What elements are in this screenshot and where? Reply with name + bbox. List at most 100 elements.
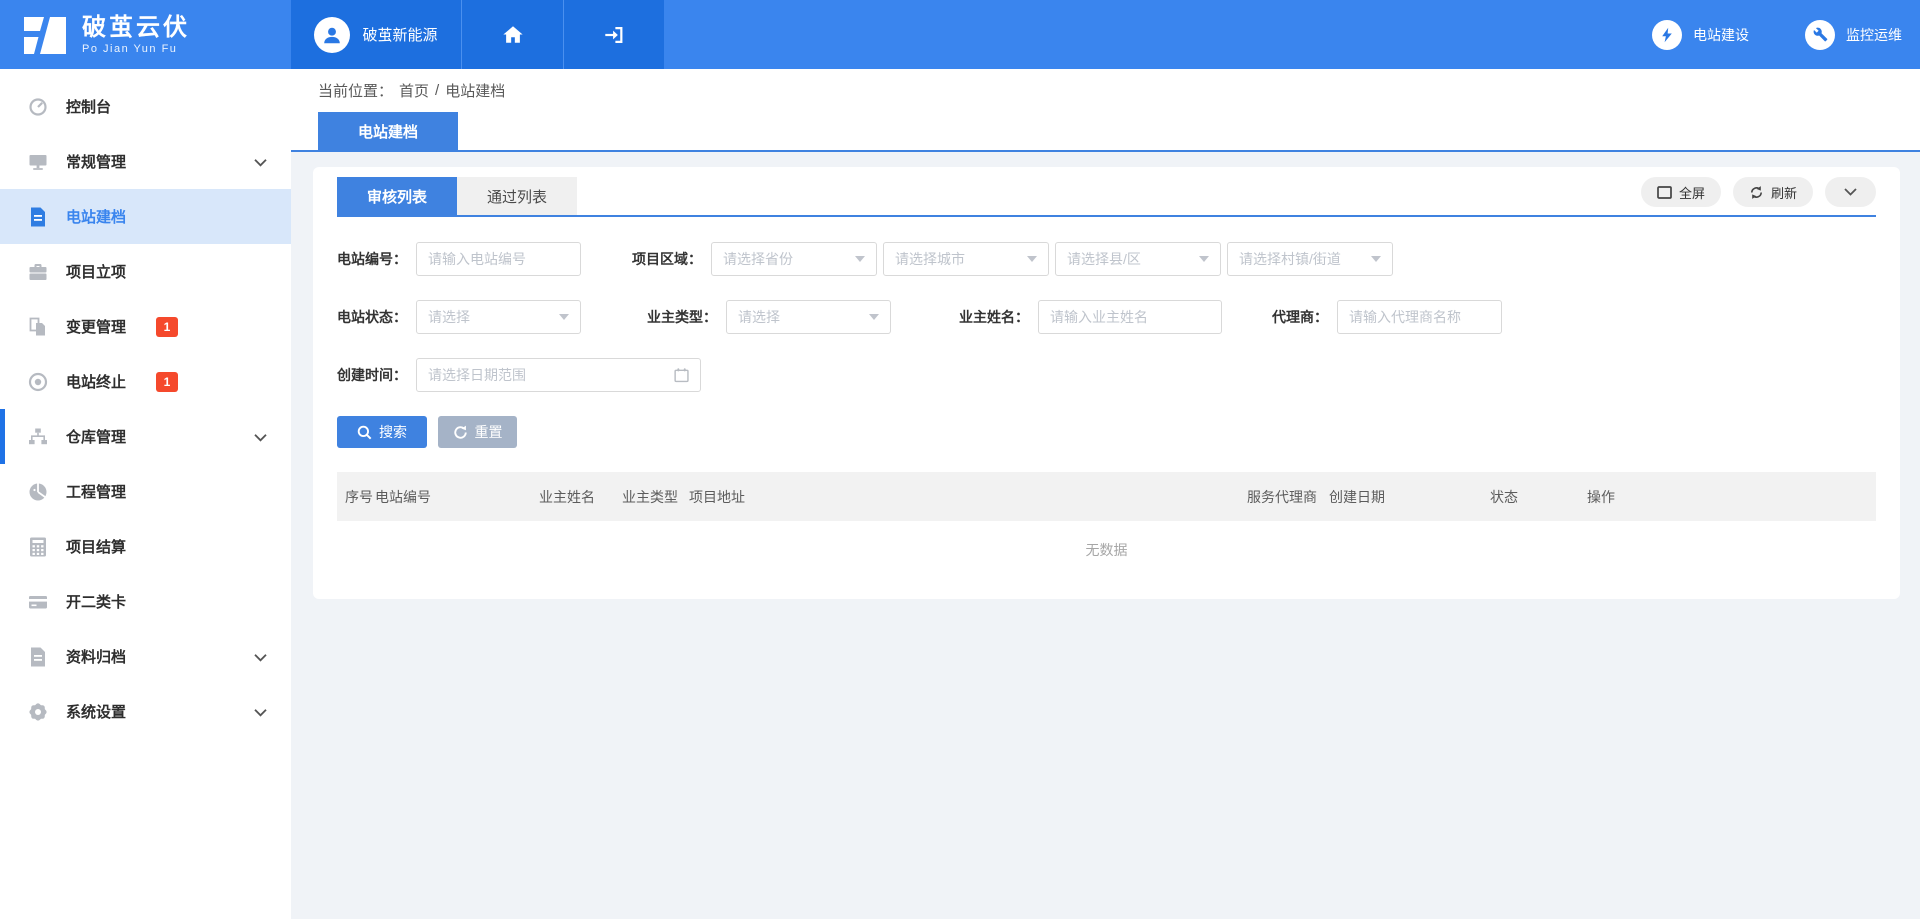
station-no-label: 电站编号：	[337, 249, 407, 269]
date-range-field[interactable]	[416, 358, 701, 392]
date-range-input[interactable]	[428, 367, 674, 383]
sidebar-item-station-terminate[interactable]: 电站终止 1	[0, 354, 291, 409]
sidebar-item-warehouse-mgmt[interactable]: 仓库管理	[0, 409, 291, 464]
breadcrumb-prefix: 当前位置：	[318, 80, 393, 101]
home-button[interactable]	[461, 0, 563, 69]
filter-row-2: 电站状态： 请选择 业主类型： 请选择 业主姓名：	[337, 300, 1876, 334]
col-status: 状态	[1490, 487, 1587, 507]
sidebar-item-open-card[interactable]: 开二类卡	[0, 574, 291, 629]
page-tab-station-archive[interactable]: 电站建档	[318, 112, 458, 150]
copy-icon	[27, 316, 49, 338]
sidebar-label: 开二类卡	[66, 591, 126, 612]
breadcrumb-current: 电站建档	[445, 80, 505, 101]
col-project-address: 项目地址	[689, 487, 1247, 507]
agent-input[interactable]	[1349, 309, 1490, 325]
select-arrow-icon	[869, 314, 879, 320]
tab-passed-list[interactable]: 通过列表	[457, 177, 577, 215]
fullscreen-icon	[1657, 186, 1672, 199]
sidebar-item-project-initiation[interactable]: 项目立项	[0, 244, 291, 299]
agent-label: 代理商：	[1270, 307, 1328, 327]
sidebar-label: 常规管理	[66, 151, 126, 172]
filter-form: 电站编号： 项目区域： 请选择省份 请选择城市	[337, 217, 1876, 448]
collapse-button[interactable]	[1825, 177, 1876, 207]
company-name: 破茧新能源	[362, 24, 437, 45]
content-area: 审核列表 通过列表 全屏	[291, 152, 1920, 919]
sidebar-label: 控制台	[66, 96, 111, 117]
monitor-ops-label: 监控运维	[1846, 25, 1902, 45]
file-icon	[27, 206, 49, 228]
sidebar-label: 资料归档	[66, 646, 126, 667]
document-icon	[27, 646, 49, 668]
station-no-input[interactable]	[428, 251, 569, 267]
owner-name-input[interactable]	[1050, 309, 1210, 325]
sidebar-label: 电站终止	[66, 371, 126, 392]
monitor-ops-button[interactable]: 监控运维	[1805, 20, 1902, 50]
refresh-label: 刷新	[1771, 183, 1797, 202]
monitor-icon	[27, 151, 49, 173]
avatar	[314, 17, 350, 53]
col-actions: 操作	[1587, 487, 1876, 507]
reset-button[interactable]: 重置	[438, 416, 517, 448]
owner-type-placeholder: 请选择	[738, 307, 780, 327]
dashboard-icon	[27, 96, 49, 118]
province-select[interactable]: 请选择省份	[711, 242, 877, 276]
col-station-no: 电站编号	[375, 487, 539, 507]
owner-name-field	[1038, 300, 1222, 334]
region-label: 项目区域：	[627, 249, 702, 269]
topbar-actions: 电站建设 监控运维	[1652, 0, 1920, 69]
search-icon	[357, 425, 372, 440]
panel-card: 审核列表 通过列表 全屏	[313, 167, 1900, 599]
sidebar-item-change-mgmt[interactable]: 变更管理 1	[0, 299, 291, 354]
city-select[interactable]: 请选择城市	[883, 242, 1049, 276]
change-mgmt-badge: 1	[156, 317, 178, 337]
user-menu[interactable]: 破茧新能源	[291, 0, 461, 69]
sidebar-label: 项目结算	[66, 536, 126, 557]
sidebar-item-data-archive[interactable]: 资料归档	[0, 629, 291, 684]
brand-logo-icon	[22, 12, 68, 58]
station-status-select[interactable]: 请选择	[416, 300, 581, 334]
calculator-icon	[27, 536, 49, 558]
owner-type-select[interactable]: 请选择	[726, 300, 891, 334]
table-header-row: 序号 电站编号 业主姓名 业主类型 项目地址 服务代理商 创建日期 状态 操作	[337, 472, 1876, 521]
tab-review-list[interactable]: 审核列表	[337, 177, 457, 215]
sidebar-label: 工程管理	[66, 481, 126, 502]
brand-logo-area[interactable]: 破茧云伏 Po Jian Yun Fu	[0, 0, 291, 69]
select-arrow-icon	[559, 314, 569, 320]
sidebar-item-system-settings[interactable]: 系统设置	[0, 684, 291, 739]
user-icon	[321, 24, 343, 46]
sidebar-item-station-archive[interactable]: 电站建档	[0, 189, 291, 244]
credit-card-icon	[27, 591, 49, 613]
main-area: 当前位置： 首页 / 电站建档 电站建档 审核列表 通过列表 全屏	[291, 69, 1920, 919]
sidebar-label: 系统设置	[66, 701, 126, 722]
app-header: 破茧云伏 Po Jian Yun Fu 破茧新能源	[0, 0, 1920, 69]
fullscreen-button[interactable]: 全屏	[1641, 177, 1721, 207]
calendar-icon	[674, 367, 689, 383]
station-build-button[interactable]: 电站建设	[1652, 20, 1749, 50]
city-placeholder: 请选择城市	[895, 249, 965, 269]
sitemap-icon	[27, 426, 49, 448]
sidebar-item-project-settlement[interactable]: 项目结算	[0, 519, 291, 574]
fullscreen-label: 全屏	[1679, 183, 1705, 202]
agent-field	[1337, 300, 1502, 334]
logout-button[interactable]	[563, 0, 664, 69]
record-circle-icon	[27, 371, 49, 393]
county-placeholder: 请选择县/区	[1067, 249, 1141, 269]
sidebar-item-dashboard[interactable]: 控制台	[0, 79, 291, 134]
search-button[interactable]: 搜索	[337, 416, 427, 448]
sidebar-item-engineering-mgmt[interactable]: 工程管理	[0, 464, 291, 519]
refresh-button[interactable]: 刷新	[1733, 177, 1813, 207]
panel-tabs: 审核列表 通过列表 全屏	[337, 177, 1876, 217]
chevron-down-icon	[1844, 188, 1857, 196]
owner-type-label: 业主类型：	[647, 307, 717, 327]
filter-actions: 搜索 重置	[337, 416, 1876, 448]
col-index: 序号	[345, 487, 375, 507]
county-select[interactable]: 请选择县/区	[1055, 242, 1221, 276]
sidebar-item-general-mgmt[interactable]: 常规管理	[0, 134, 291, 189]
brand-name: 破茧云伏	[82, 15, 190, 41]
sidebar-label: 电站建档	[66, 206, 126, 227]
province-placeholder: 请选择省份	[723, 249, 793, 269]
station-build-label: 电站建设	[1693, 25, 1749, 45]
town-select[interactable]: 请选择村镇/街道	[1227, 242, 1393, 276]
top-navigation: 破茧新能源 电站建设	[291, 0, 1920, 69]
breadcrumb-home[interactable]: 首页	[399, 80, 429, 101]
